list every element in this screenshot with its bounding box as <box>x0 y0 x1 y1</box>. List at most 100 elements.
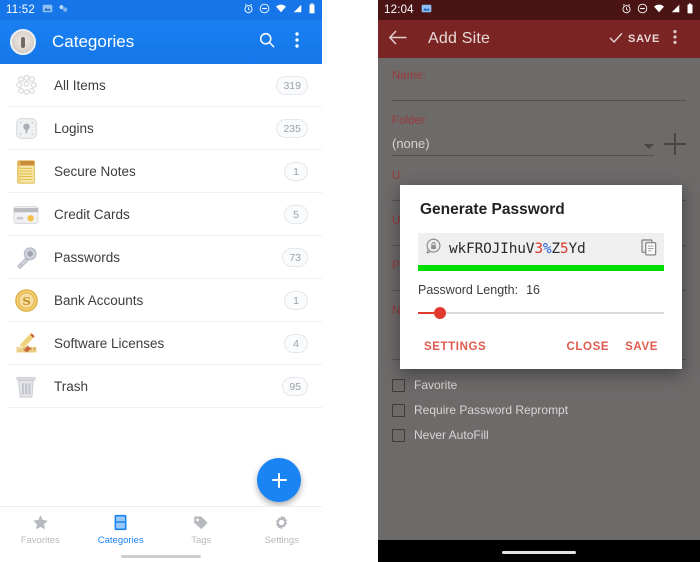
screenshot-root: 11:52 Categories All Items 319 Logins 23… <box>0 0 700 562</box>
category-list: All Items 319 Logins 235 Secure Notes 1 … <box>0 64 322 408</box>
pw-seg-letters: wkFROJIhuV <box>449 241 535 257</box>
list-item[interactable]: Software Licenses 4 <box>0 322 322 365</box>
status-left-icons <box>42 3 69 17</box>
password-length-slider[interactable] <box>418 305 664 321</box>
check-icon <box>609 32 623 47</box>
nav-label: Settings <box>264 535 299 546</box>
page-title: Categories <box>52 32 135 51</box>
gear-icon <box>242 513 323 532</box>
checkbox-box[interactable] <box>392 403 405 417</box>
nav-item-favorites[interactable]: Favorites <box>0 513 81 546</box>
tag-icon <box>161 513 242 532</box>
left-app-bar: Categories <box>0 20 322 64</box>
search-icon[interactable] <box>252 31 282 54</box>
nav-label: Categories <box>97 535 144 546</box>
checkbox-require-password-reprompt[interactable]: Require Password Reprompt <box>392 403 686 417</box>
more-vertical-icon[interactable] <box>660 29 690 50</box>
list-item[interactable]: Credit Cards 5 <box>0 193 322 236</box>
settings-button[interactable]: SETTINGS <box>416 337 494 357</box>
credit-cards-icon <box>8 205 44 225</box>
checkbox-favorite[interactable]: Favorite <box>392 378 686 392</box>
list-item-count: 1 <box>284 162 308 181</box>
wifi-icon <box>653 3 665 17</box>
username-label: U <box>392 170 401 182</box>
name-label: Name: <box>392 70 426 82</box>
battery-icon <box>308 3 316 17</box>
list-item[interactable]: Trash 95 <box>0 365 322 408</box>
alarm-icon <box>621 3 632 17</box>
all-items-icon <box>8 72 44 99</box>
list-item-label: Logins <box>54 121 94 136</box>
dialog-save-button[interactable]: SAVE <box>617 337 666 357</box>
copy-icon[interactable] <box>640 238 658 261</box>
generated-password-text: wkFROJIhuV3%Z5Yd <box>449 241 634 257</box>
list-item-count: 73 <box>282 248 308 267</box>
add-folder-button[interactable] <box>664 133 686 155</box>
do-not-disturb-icon <box>637 3 648 17</box>
name-input[interactable] <box>392 100 686 101</box>
list-item-label: Credit Cards <box>54 207 130 222</box>
lock-refresh-icon[interactable] <box>424 237 443 261</box>
chevron-down-icon[interactable] <box>644 144 654 149</box>
checkbox-never-autofill[interactable]: Never AutoFill <box>392 428 686 442</box>
add-item-fab[interactable] <box>257 458 301 502</box>
do-not-disturb-icon <box>259 3 270 17</box>
nav-item-settings[interactable]: Settings <box>242 513 323 546</box>
folder-label: Folder: <box>392 115 428 127</box>
list-item[interactable]: Secure Notes 1 <box>0 150 322 193</box>
save-button[interactable]: SAVE <box>609 32 660 47</box>
password-length-row: Password Length: 16 <box>400 271 682 297</box>
left-phone-screen: 11:52 Categories All Items 319 Logins 23… <box>0 0 322 562</box>
pw-seg-letters: Z <box>551 241 560 257</box>
list-item-label: Passwords <box>54 250 121 265</box>
categories-icon <box>81 513 162 532</box>
close-button[interactable]: CLOSE <box>559 337 618 357</box>
sync-icon <box>58 3 69 17</box>
slider-thumb[interactable] <box>434 307 446 319</box>
gesture-bar <box>502 551 576 554</box>
generated-password-field[interactable]: wkFROJIhuV3%Z5Yd <box>418 233 664 265</box>
folder-select[interactable]: (none) <box>392 136 654 156</box>
slider-track[interactable] <box>418 312 664 314</box>
right-phone-screen: 12:04 Add Site SAVE Name: Folder: (none)… <box>378 0 700 562</box>
more-vertical-icon[interactable] <box>282 31 312 54</box>
status-left-icons <box>421 3 432 17</box>
list-item-label: Secure Notes <box>54 164 136 179</box>
pw-seg-digit: 3 <box>534 241 543 257</box>
secure-notes-icon <box>8 159 44 185</box>
list-item[interactable]: All Items 319 <box>0 64 322 107</box>
back-arrow-icon[interactable] <box>388 30 410 48</box>
nav-label: Tags <box>191 535 212 546</box>
nav-item-tags[interactable]: Tags <box>161 513 242 546</box>
pw-seg-letters: Yd <box>568 241 586 257</box>
nav-label: Favorites <box>20 535 60 546</box>
logins-icon <box>8 116 44 141</box>
page-title: Add Site <box>428 30 491 47</box>
alarm-icon <box>243 3 254 17</box>
passwords-icon <box>8 245 44 271</box>
onepassword-logo-icon <box>10 29 36 55</box>
options-group: Favorite Require Password Reprompt Never… <box>392 378 686 442</box>
battery-icon <box>686 3 694 17</box>
list-item-label: Software Licenses <box>54 336 165 351</box>
status-time: 12:04 <box>384 4 414 16</box>
bank-accounts-icon: S <box>8 288 44 313</box>
list-item-label: Bank Accounts <box>54 293 144 308</box>
save-label: SAVE <box>628 33 660 45</box>
checkbox-box[interactable] <box>392 428 405 442</box>
checkbox-box[interactable] <box>392 378 405 392</box>
list-item[interactable]: S Bank Accounts 1 <box>0 279 322 322</box>
right-app-bar: Add Site SAVE <box>378 20 700 58</box>
list-item[interactable]: Logins 235 <box>0 107 322 150</box>
list-item-count: 235 <box>276 119 308 138</box>
folder-value: (none) <box>392 136 430 151</box>
trash-icon <box>8 374 44 400</box>
name-field-group: Name: <box>392 70 686 101</box>
list-item[interactable]: Passwords 73 <box>0 236 322 279</box>
checkbox-label: Never AutoFill <box>414 428 489 442</box>
left-status-bar: 11:52 <box>0 0 322 20</box>
folder-field-group: Folder: (none) <box>392 115 686 156</box>
bottom-navigation: Favorites Categories Tags Settings <box>0 506 322 552</box>
list-item-count: 95 <box>282 377 308 396</box>
nav-item-categories[interactable]: Categories <box>81 513 162 546</box>
